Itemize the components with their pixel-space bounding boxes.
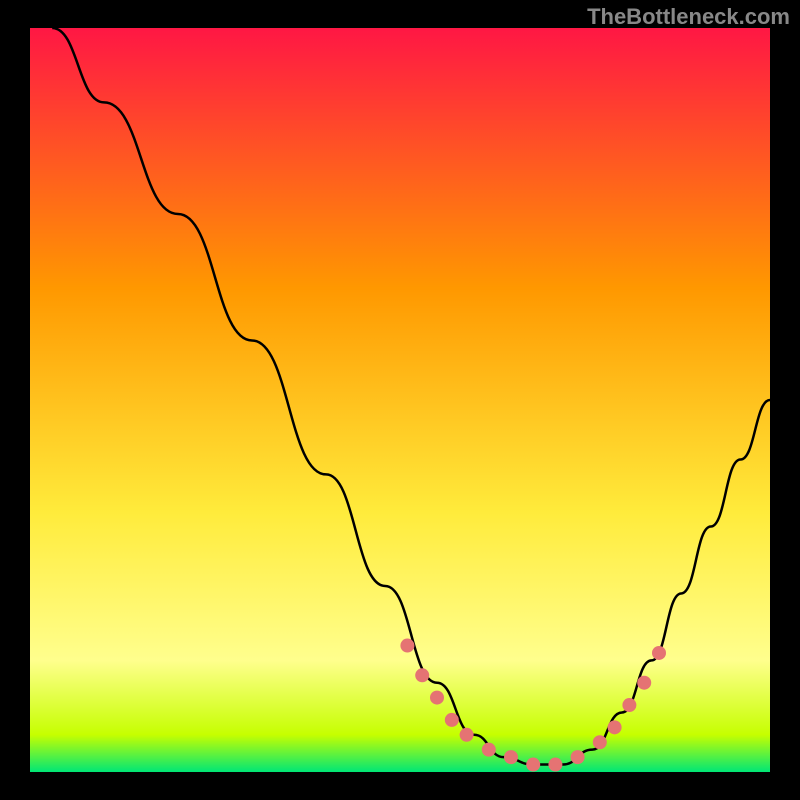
data-marker (652, 646, 666, 660)
data-marker (430, 691, 444, 705)
data-marker (593, 735, 607, 749)
data-marker (445, 713, 459, 727)
data-marker (504, 750, 518, 764)
data-marker (460, 728, 474, 742)
data-marker (548, 758, 562, 772)
data-marker (637, 676, 651, 690)
data-marker (415, 668, 429, 682)
watermark-text: TheBottleneck.com (587, 4, 790, 30)
data-marker (608, 720, 622, 734)
chart-svg (0, 0, 800, 800)
chart-plot-area (30, 28, 770, 772)
data-marker (482, 743, 496, 757)
data-marker (622, 698, 636, 712)
data-marker (571, 750, 585, 764)
data-marker (526, 758, 540, 772)
data-marker (400, 639, 414, 653)
chart-container: TheBottleneck.com (0, 0, 800, 800)
